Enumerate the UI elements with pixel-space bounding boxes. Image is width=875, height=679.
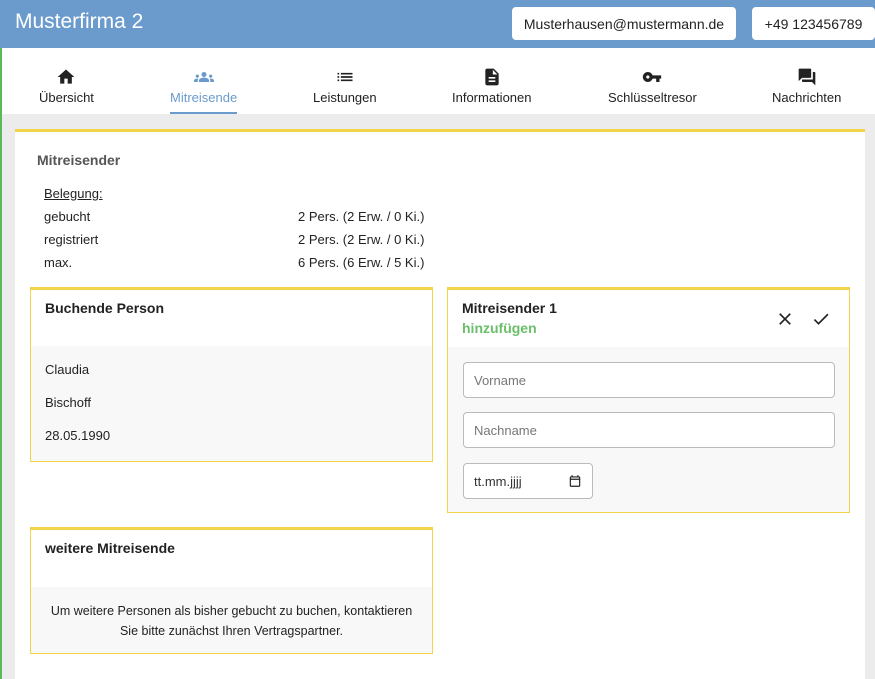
more-travelers-info: Um weitere Personen als bisher gebucht z… xyxy=(50,604,413,638)
main-nav: Übersicht Mitreisende Leistungen Informa… xyxy=(2,48,875,114)
close-icon xyxy=(779,313,791,325)
people-icon xyxy=(193,72,214,82)
belegung-label: max. xyxy=(44,255,73,270)
nav-item-mitreisende[interactable]: Mitreisende xyxy=(170,48,238,114)
main-card: Mitreisender Belegung: gebucht 2 Pers. (… xyxy=(15,129,865,679)
booking-person-panel: Buchende Person Claudia Bischoff 28.05.1… xyxy=(30,287,433,462)
phone-button[interactable]: +49 123456789 xyxy=(752,7,875,40)
panel-header: weitere Mitreisende xyxy=(31,530,432,587)
birthdate-input[interactable]: tt.mm.jjjj xyxy=(463,463,593,499)
panel-title: weitere Mitreisende xyxy=(45,540,175,556)
cancel-button[interactable] xyxy=(774,308,796,330)
add-subtitle: hinzufügen xyxy=(462,320,537,336)
left-accent-line xyxy=(0,48,2,679)
list-icon xyxy=(337,72,353,82)
date-placeholder: tt.mm.jjjj xyxy=(474,473,522,489)
panel-body: Claudia Bischoff 28.05.1990 xyxy=(31,346,432,461)
belegung-value: 2 Pers. (2 Erw. / 0 Ki.) xyxy=(298,232,425,247)
booking-birthdate: 28.05.1990 xyxy=(45,428,111,443)
nav-item-uebersicht[interactable]: Übersicht xyxy=(39,48,94,114)
key-icon xyxy=(643,72,662,82)
booking-last-name: Bischoff xyxy=(45,395,92,410)
firstname-input[interactable] xyxy=(463,362,835,398)
new-traveler-panel: Mitreisender 1 hinzufügen tt.mm.jjjj xyxy=(447,287,850,513)
belegung-value: 2 Pers. (2 Erw. / 0 Ki.) xyxy=(298,209,425,224)
top-bar: Musterfirma 2 Musterhausen@mustermann.de… xyxy=(0,0,875,48)
nav-item-label: Leistungen xyxy=(313,90,377,105)
nav-item-label: Nachrichten xyxy=(772,90,842,105)
panel-header: Mitreisender 1 hinzufügen xyxy=(448,290,849,347)
nav-item-label: Übersicht xyxy=(39,90,94,105)
nav-item-label: Informationen xyxy=(452,90,532,105)
brand-title: Musterfirma 2 xyxy=(15,10,144,33)
belegung-label: gebucht xyxy=(44,209,91,224)
nav-item-informationen[interactable]: Informationen xyxy=(452,48,532,114)
panel-title: Buchende Person xyxy=(45,300,165,316)
lastname-input[interactable] xyxy=(463,412,835,448)
chat-icon xyxy=(798,68,816,86)
document-icon xyxy=(485,68,499,86)
nav-item-label: Schlüsseltresor xyxy=(608,90,697,105)
booking-first-name: Claudia xyxy=(45,362,90,377)
check-icon xyxy=(813,313,829,325)
belegung-value: 6 Pers. (6 Erw. / 5 Ki.) xyxy=(298,255,425,270)
home-icon xyxy=(58,69,75,84)
belegung-label: registriert xyxy=(44,232,99,247)
nav-item-schluesseltresor[interactable]: Schlüsseltresor xyxy=(608,48,697,114)
panel-header: Buchende Person xyxy=(31,290,432,346)
active-tab-underline xyxy=(170,112,238,114)
nav-item-leistungen[interactable]: Leistungen xyxy=(313,48,377,114)
belegung-heading: Belegung: xyxy=(44,186,103,201)
panel-body: Um weitere Personen als bisher gebucht z… xyxy=(31,587,432,653)
nav-item-nachrichten[interactable]: Nachrichten xyxy=(772,48,841,114)
panel-body: tt.mm.jjjj xyxy=(448,347,849,512)
email-button[interactable]: Musterhausen@mustermann.de xyxy=(512,7,736,40)
calendar-icon[interactable] xyxy=(568,474,582,488)
more-travelers-panel: weitere Mitreisende Um weitere Personen … xyxy=(30,527,433,654)
nav-item-label: Mitreisende xyxy=(170,90,238,105)
page-title: Mitreisender xyxy=(37,152,121,168)
panel-title: Mitreisender 1 xyxy=(462,300,557,316)
confirm-button[interactable] xyxy=(810,308,832,330)
